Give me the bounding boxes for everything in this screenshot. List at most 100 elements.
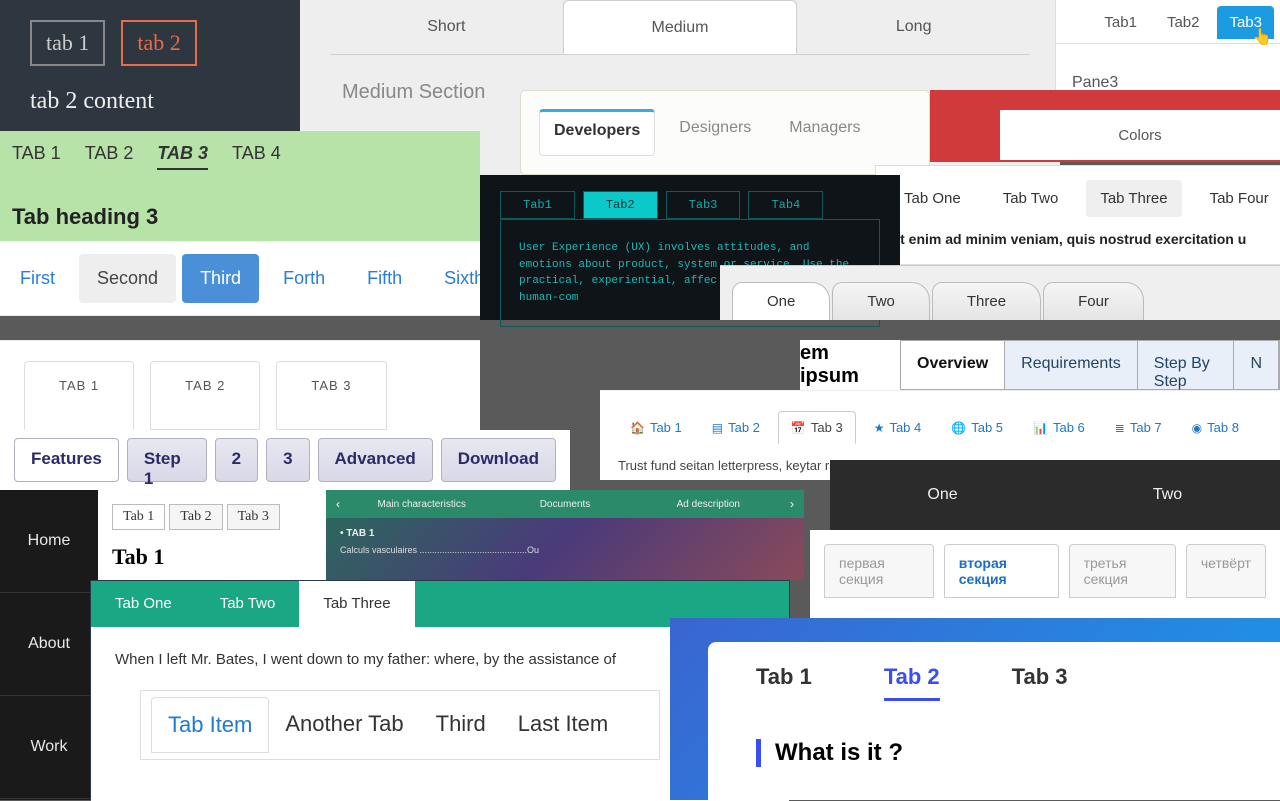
tab-third[interactable]: Third: [420, 697, 502, 753]
tab-2[interactable]: TAB 2: [85, 143, 134, 170]
tab-second[interactable]: Second: [79, 254, 176, 303]
tab-section4[interactable]: четвёрт: [1186, 544, 1266, 598]
tab-section2[interactable]: вторая секция: [944, 544, 1059, 598]
tab-2[interactable]: Tab2: [583, 191, 658, 219]
card: Tab 1 Tab 2 Tab 3 What is it ?: [708, 642, 1280, 800]
tab-6[interactable]: 📊Tab 6: [1021, 411, 1097, 444]
tab-5[interactable]: 🌐Tab 5: [939, 411, 1015, 444]
arrow-right-icon[interactable]: ›: [780, 497, 804, 511]
tab-one[interactable]: One: [830, 460, 1055, 530]
tab-7[interactable]: ≣Tab 7: [1103, 411, 1174, 444]
tab-2[interactable]: Tab 2: [884, 664, 940, 701]
tab-developers[interactable]: Developers: [539, 109, 655, 156]
tab-two[interactable]: Two: [1055, 460, 1280, 530]
tab-favorites[interactable]: Favor...: [1220, 130, 1270, 147]
tab-one[interactable]: One: [732, 282, 830, 320]
tab-three[interactable]: Tab Three: [1086, 180, 1181, 217]
tab-two[interactable]: Two: [832, 282, 930, 320]
panel-blue-card: Tab 1 Tab 2 Tab 3 What is it ?: [670, 618, 1280, 800]
tab-4[interactable]: TAB 4: [232, 143, 281, 170]
tab-overview[interactable]: Overview: [901, 341, 1005, 389]
tab-first[interactable]: First: [2, 254, 73, 303]
tab-four[interactable]: Four: [1043, 282, 1144, 320]
tab-advanced[interactable]: Advanced: [318, 438, 433, 482]
tab-4[interactable]: Tab4: [748, 191, 823, 219]
tab-3[interactable]: TAB 3: [157, 143, 208, 170]
tab-2[interactable]: TAB 2: [150, 361, 260, 430]
tab-3[interactable]: TAB 3: [276, 361, 386, 430]
tab-2[interactable]: Tab2: [1155, 6, 1212, 39]
tab-step3[interactable]: 3: [266, 438, 309, 482]
sub-text: Calculs vasculaires ....................…: [326, 541, 804, 555]
tab-one[interactable]: Tab One: [91, 581, 196, 627]
tab-n[interactable]: N: [1234, 341, 1279, 389]
tab-ad[interactable]: Ad description: [637, 499, 780, 510]
tab-download[interactable]: Download: [441, 438, 556, 482]
tab-1[interactable]: Tab 1: [112, 504, 165, 530]
tab-2[interactable]: Tab 2: [169, 504, 222, 530]
sidebar-item-work[interactable]: Work: [0, 696, 98, 799]
sidebar-item-home[interactable]: Home: [0, 490, 98, 593]
tab-two[interactable]: Tab Two: [196, 581, 300, 627]
tab-2[interactable]: tab 2: [121, 20, 196, 66]
tab-3[interactable]: Tab 3: [1012, 664, 1068, 701]
tab-1[interactable]: TAB 1: [12, 143, 61, 170]
tab-fifth[interactable]: Fifth: [349, 254, 420, 303]
tab-label: Tab 6: [1053, 420, 1085, 435]
tab-three[interactable]: Tab Three: [299, 581, 414, 627]
tab-designers[interactable]: Designers: [665, 109, 765, 156]
tab-1[interactable]: Tab1: [500, 191, 575, 219]
tab-section3[interactable]: третья секция: [1069, 544, 1176, 598]
tab-row: tab 1 tab 2: [30, 20, 270, 66]
tab-4[interactable]: ★ Tab 4: [862, 411, 934, 444]
panel-nested-items: Tab Item Another Tab Third Last Item: [140, 690, 660, 760]
tab-1[interactable]: 🏠Tab 1: [618, 411, 694, 444]
panel-russian-tabs: первая секция вторая секция третья секци…: [810, 530, 1280, 625]
tab-1[interactable]: Tab 1: [756, 664, 812, 701]
tab-third[interactable]: Third: [182, 254, 259, 303]
star-icon: ★: [874, 421, 885, 435]
panel-red-strip: Colors Favor...: [930, 90, 1280, 162]
tab-section1[interactable]: первая секция: [824, 544, 934, 598]
tab-content-text: Ut enim ad minim veniam, quis nostrud ex…: [890, 231, 1280, 247]
tab-forth[interactable]: Forth: [265, 254, 343, 303]
tab-long[interactable]: Long: [797, 0, 1030, 54]
tab-requirements[interactable]: Requirements: [1005, 341, 1138, 389]
tab-two[interactable]: Tab Two: [989, 180, 1073, 217]
tab-1[interactable]: tab 1: [30, 20, 105, 66]
tab-item[interactable]: Tab Item: [151, 697, 269, 753]
tab-short[interactable]: Short: [330, 0, 563, 54]
tab-3[interactable]: Tab3👆: [1217, 6, 1274, 39]
tab-row: TAB 1 TAB 2 TAB 3 TAB 4: [12, 143, 468, 170]
tab-label: Tab 5: [971, 420, 1003, 435]
tab-managers[interactable]: Managers: [775, 109, 874, 156]
tab-3[interactable]: 📅Tab 3: [778, 411, 856, 444]
tab-medium[interactable]: Medium: [563, 0, 798, 54]
tab-3[interactable]: Tab 3: [227, 504, 280, 530]
tab-2[interactable]: ▤Tab 2: [700, 411, 772, 444]
arrow-left-icon[interactable]: ‹: [326, 497, 350, 511]
tab-four[interactable]: Tab Four: [1196, 180, 1280, 217]
tab-label: Tab 4: [889, 420, 921, 435]
tab-1[interactable]: TAB 1: [24, 361, 134, 430]
panel-roles-tabs: Developers Designers Managers: [520, 90, 930, 175]
pane-content: Pane3: [1056, 43, 1280, 92]
tab-main[interactable]: Main characteristics: [350, 499, 493, 510]
tab-row: Tab 1 Tab 2 Tab 3: [756, 664, 1252, 701]
tab-3[interactable]: Tab3: [666, 191, 741, 219]
tab-step2[interactable]: 2: [215, 438, 258, 482]
tab-step1[interactable]: Step 1: [127, 438, 207, 482]
tab-8[interactable]: ◉Tab 8: [1180, 411, 1251, 444]
panel-folder-tabs: One Two Three Four: [720, 265, 1280, 320]
tab-another[interactable]: Another Tab: [269, 697, 419, 753]
sidebar-item-about[interactable]: About: [0, 593, 98, 696]
tab-1[interactable]: Tab1: [1092, 6, 1149, 39]
list-icon: ▤: [712, 421, 723, 435]
tab-features[interactable]: Features: [14, 438, 119, 482]
panel-docs-tabs: Overview Requirements Step By Step N: [900, 340, 1280, 390]
tab-stepbystep[interactable]: Step By Step: [1138, 341, 1235, 389]
tab-last[interactable]: Last Item: [502, 697, 624, 753]
tab-three[interactable]: Three: [932, 282, 1041, 320]
tab-one[interactable]: Tab One: [890, 180, 975, 217]
tab-documents[interactable]: Documents: [493, 499, 636, 510]
